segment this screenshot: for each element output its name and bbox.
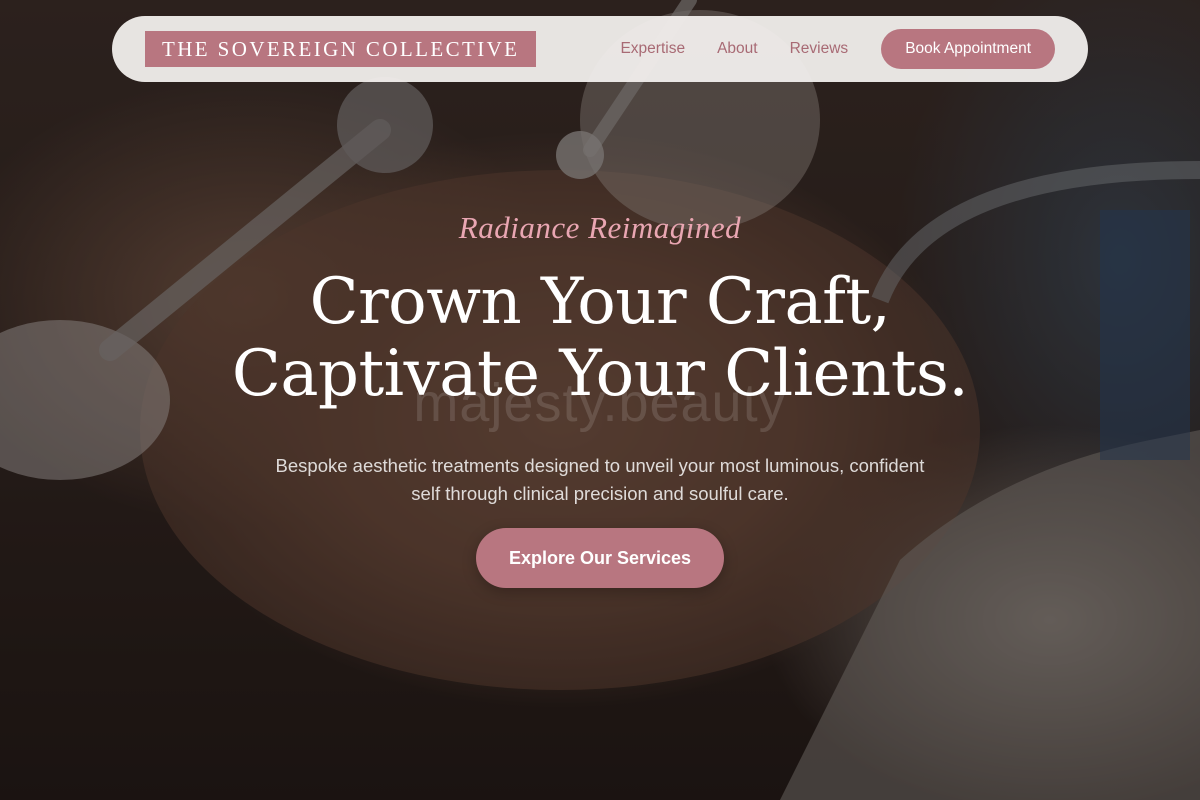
explore-services-button[interactable]: Explore Our Services [476,528,724,588]
hero-headline-line-1: Crown Your Craft, [309,265,891,339]
nav-link-about[interactable]: About [717,40,758,58]
hero-headline: Crown Your Craft, Captivate Your Clients… [0,266,1200,410]
top-navigation-bar: THE SOVEREIGN COLLECTIVE Expertise About… [112,16,1088,82]
hero-eyebrow: Radiance Reimagined [458,210,742,245]
nav-link-expertise[interactable]: Expertise [620,40,685,58]
hero-subtitle: Bespoke aesthetic treatments designed to… [275,454,925,504]
nav-links: Expertise About Reviews Book Appointment [620,29,1055,69]
hero-headline-line-2: Captivate Your Clients. [231,337,969,411]
nav-link-reviews[interactable]: Reviews [790,40,849,58]
brand-logo[interactable]: THE SOVEREIGN COLLECTIVE [145,31,537,67]
book-appointment-button[interactable]: Book Appointment [881,29,1055,69]
